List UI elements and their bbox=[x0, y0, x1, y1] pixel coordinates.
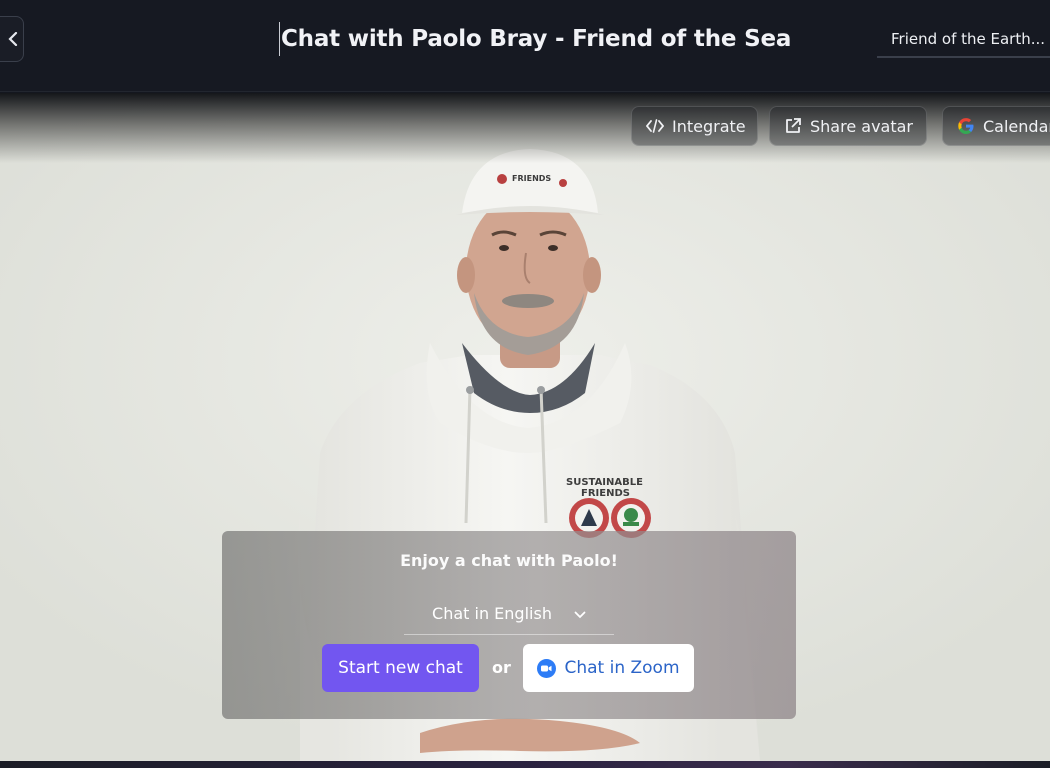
integrate-label: Integrate bbox=[672, 116, 746, 136]
persona-select[interactable]: Friend of the Earth... bbox=[877, 22, 1050, 58]
chat-in-zoom-button[interactable]: Chat in Zoom bbox=[523, 644, 694, 692]
chevron-down-icon bbox=[574, 604, 586, 623]
calendar-button[interactable]: Calendar bbox=[942, 106, 1050, 146]
hoodie-text-line1: SUSTAINABLE bbox=[566, 477, 643, 488]
panel-heading: Enjoy a chat with Paolo! bbox=[400, 551, 618, 570]
top-header: Chat with Paolo Bray - Friend of the Sea… bbox=[0, 0, 1050, 92]
cap-logo-text: FRIENDS bbox=[512, 174, 551, 183]
language-select[interactable]: Chat in English bbox=[404, 593, 614, 635]
hoodie-text-line2: FRIENDS bbox=[581, 488, 630, 499]
start-new-chat-button[interactable]: Start new chat bbox=[322, 644, 479, 692]
bottom-strip bbox=[0, 761, 1050, 768]
share-avatar-label: Share avatar bbox=[810, 116, 913, 136]
zoom-icon bbox=[537, 658, 557, 678]
calendar-label: Calendar bbox=[983, 116, 1050, 136]
avatar-video: FRIENDS SUSTAINABLE FRIENDS Integrate Sh… bbox=[0, 93, 1050, 761]
language-select-value: Chat in English bbox=[432, 604, 552, 623]
integrate-button[interactable]: Integrate bbox=[631, 106, 758, 146]
chevron-left-icon bbox=[7, 32, 19, 46]
back-button[interactable] bbox=[0, 16, 24, 62]
external-link-icon bbox=[784, 117, 802, 135]
page-title[interactable]: Chat with Paolo Bray - Friend of the Sea bbox=[279, 22, 791, 56]
chat-in-zoom-label: Chat in Zoom bbox=[564, 658, 680, 678]
google-icon bbox=[957, 117, 975, 135]
code-icon bbox=[646, 118, 664, 134]
or-separator: or bbox=[492, 658, 511, 677]
share-avatar-button[interactable]: Share avatar bbox=[769, 106, 927, 146]
chat-launcher-panel: Enjoy a chat with Paolo! Chat in English… bbox=[222, 531, 796, 719]
